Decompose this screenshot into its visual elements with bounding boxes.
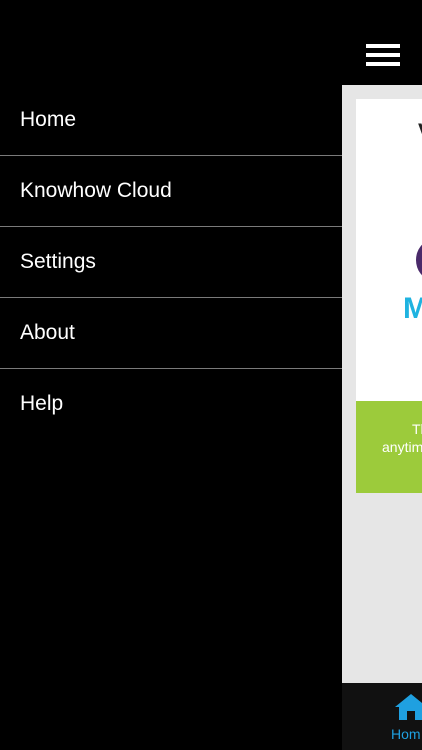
menu-item-about[interactable]: About xyxy=(0,298,342,369)
menu-item-knowhow-cloud[interactable]: Knowhow Cloud xyxy=(0,156,342,227)
welcome-card[interactable]: V M Th anytim xyxy=(356,99,422,493)
menu-item-label: Settings xyxy=(20,250,96,273)
banner-line-2: anytim xyxy=(382,439,422,455)
tab-home[interactable]: Hom xyxy=(342,683,422,750)
menu-item-label: Help xyxy=(20,392,64,415)
hamburger-menu-icon[interactable] xyxy=(366,44,400,68)
content-area: V M Th anytim xyxy=(342,85,422,683)
menu-item-label: Knowhow Cloud xyxy=(20,179,172,202)
main-app-view: V M Th anytim Hom xyxy=(342,0,422,750)
logo-text: M xyxy=(403,292,422,325)
tab-bar: Hom xyxy=(342,683,422,750)
hamburger-bar xyxy=(366,44,400,48)
menu-item-help[interactable]: Help xyxy=(0,369,342,439)
menu-item-home[interactable]: Home xyxy=(0,85,342,156)
hamburger-bar xyxy=(366,62,400,66)
green-banner: Th anytim xyxy=(356,401,422,493)
tab-home-label: Hom xyxy=(391,726,421,742)
home-icon xyxy=(395,694,422,720)
side-menu: Home Knowhow Cloud Settings About Help xyxy=(0,85,342,750)
logo-icon xyxy=(416,241,422,279)
hamburger-bar xyxy=(366,53,400,57)
menu-item-label: About xyxy=(20,321,75,344)
card-heading: V xyxy=(418,119,422,145)
menu-item-settings[interactable]: Settings xyxy=(0,227,342,298)
banner-line-1: Th xyxy=(412,421,422,437)
menu-item-label: Home xyxy=(20,108,77,131)
